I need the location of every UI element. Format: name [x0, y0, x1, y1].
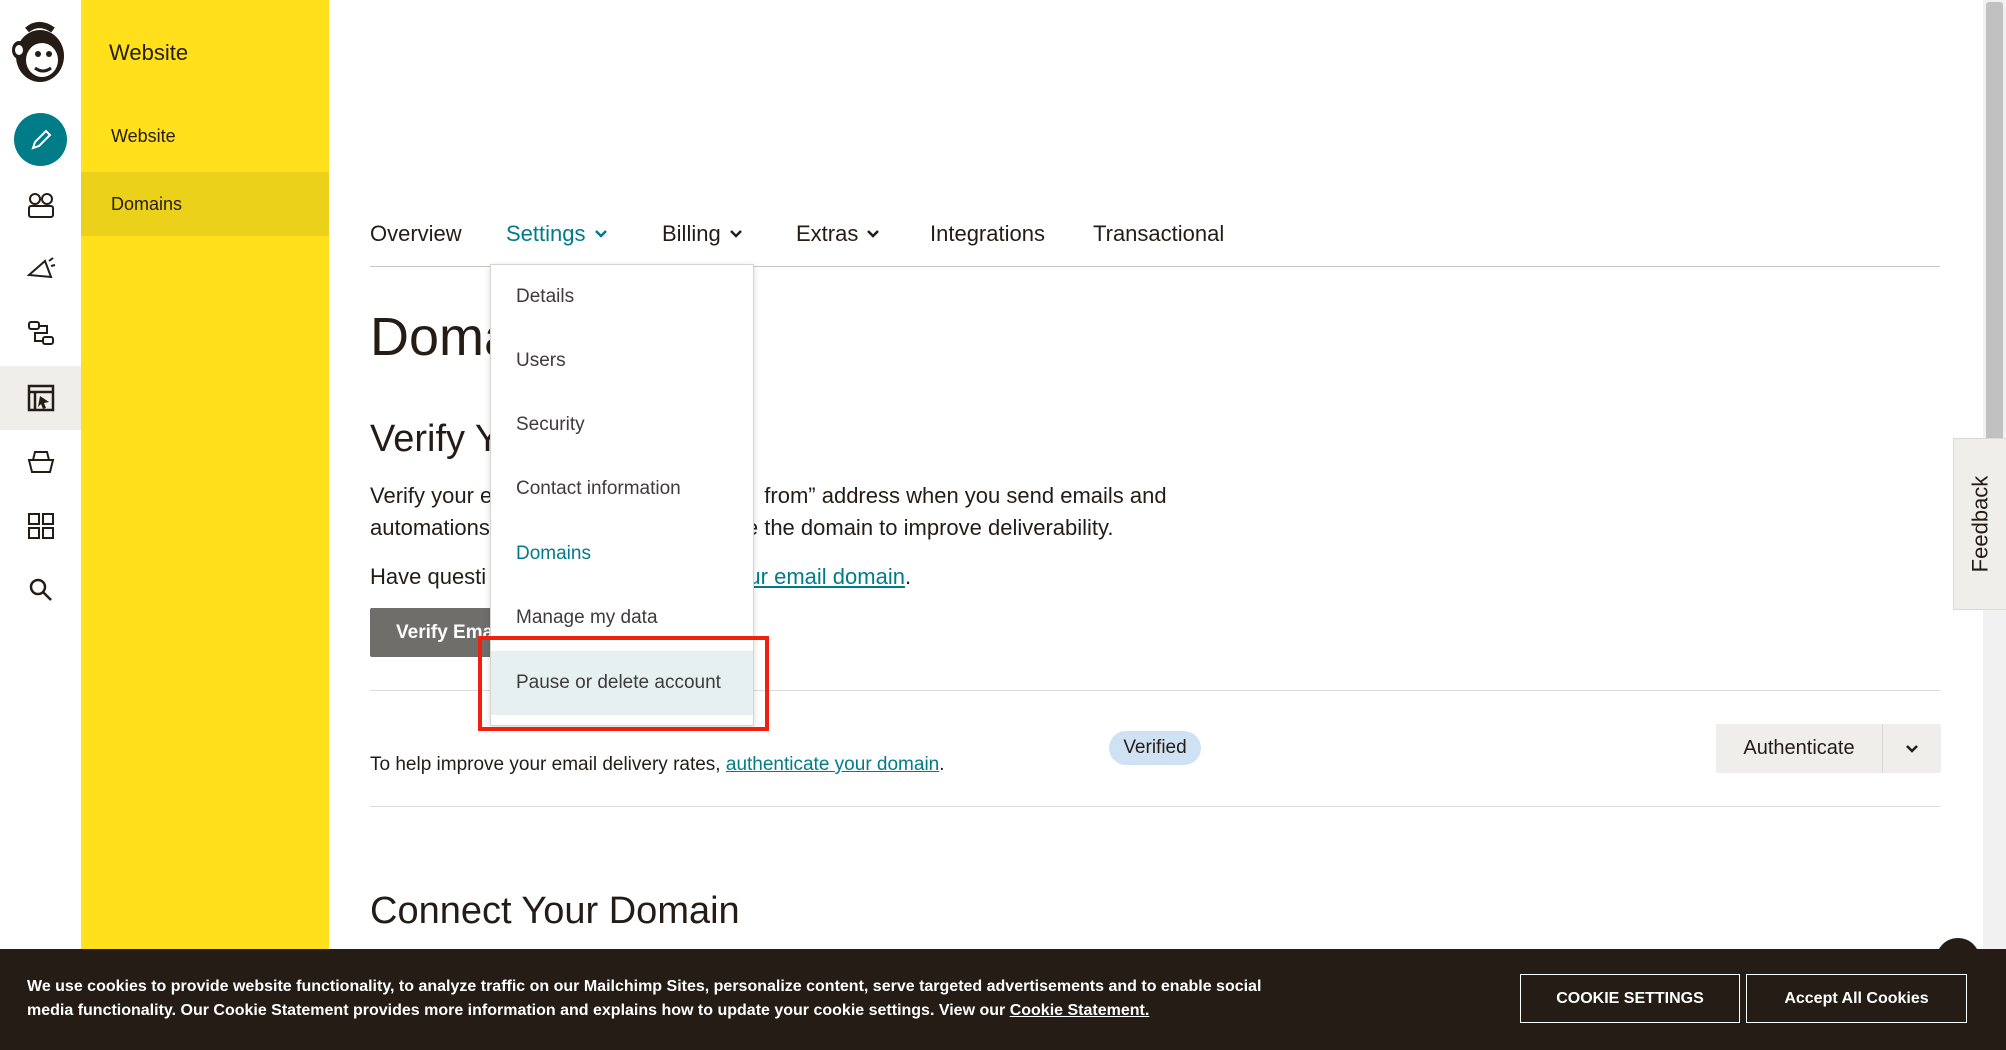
menu-item-manage-my-data[interactable]: Manage my data — [491, 586, 753, 650]
audience-icon[interactable] — [0, 173, 81, 237]
authenticate-split-button: Authenticate — [1716, 724, 1941, 773]
menu-item-contact-information[interactable]: Contact information — [491, 457, 753, 521]
feedback-label: Feedback — [1967, 475, 1992, 573]
chevron-down-icon — [867, 230, 880, 238]
cookie-banner-text: We use cookies to provide website functi… — [27, 978, 1262, 1019]
chevron-down-icon — [729, 230, 742, 238]
email-domain-help-link[interactable]: our email domain — [736, 564, 905, 589]
chevron-down-icon — [594, 230, 607, 238]
menu-item-pause-or-delete-account[interactable]: Pause or delete account — [491, 651, 753, 715]
integrations-grid-icon[interactable] — [0, 494, 81, 558]
divider — [370, 806, 1940, 807]
tab-transactional[interactable]: Transactional — [1093, 214, 1224, 254]
tab-settings[interactable]: Settings — [506, 214, 608, 254]
verified-status-badge: Verified — [1109, 731, 1201, 765]
content-studio-icon[interactable] — [0, 430, 81, 494]
website-builder-icon[interactable] — [0, 366, 81, 430]
tab-billing[interactable]: Billing — [662, 214, 743, 254]
subnav-item-website[interactable]: Website — [81, 104, 329, 168]
scrollbar-thumb[interactable] — [1986, 2, 2003, 442]
campaigns-megaphone-icon[interactable] — [0, 237, 81, 301]
accept-all-cookies-button[interactable]: Accept All Cookies — [1746, 974, 1967, 1023]
cookie-settings-button[interactable]: COOKIE SETTINGS — [1520, 974, 1740, 1023]
authenticate-domain-link[interactable]: authenticate your domain — [726, 754, 939, 775]
feedback-tab[interactable]: Feedback — [1953, 438, 2006, 610]
tab-integrations[interactable]: Integrations — [930, 214, 1045, 254]
authenticate-dropdown-toggle[interactable] — [1883, 724, 1941, 773]
mailchimp-logo-icon[interactable] — [9, 18, 71, 86]
search-icon[interactable] — [0, 558, 81, 622]
chevron-down-icon — [1906, 744, 1918, 753]
settings-dropdown-menu: Details Users Security Contact informati… — [490, 264, 754, 726]
authenticate-text: To help improve your email delivery rate… — [370, 754, 945, 775]
create-pencil-icon[interactable] — [14, 113, 67, 166]
subnav-section-title: Website — [109, 40, 189, 65]
subnav-item-domains[interactable]: Domains — [81, 172, 329, 236]
menu-item-details[interactable]: Details — [491, 265, 753, 329]
menu-item-users[interactable]: Users — [491, 329, 753, 393]
automations-icon[interactable] — [0, 301, 81, 365]
account-tabs: Overview Settings Billing Extras Integra… — [370, 214, 1940, 267]
icon-rail — [0, 0, 82, 1050]
tab-overview[interactable]: Overview — [370, 214, 462, 254]
authenticate-button[interactable]: Authenticate — [1716, 724, 1883, 773]
secondary-nav: Website Website Domains — [81, 0, 329, 1050]
connect-domain-title: Connect Your Domain — [370, 890, 740, 932]
menu-item-security[interactable]: Security — [491, 393, 753, 457]
tab-extras[interactable]: Extras — [796, 214, 880, 254]
menu-item-domains[interactable]: Domains — [491, 522, 753, 586]
cookie-statement-link[interactable]: Cookie Statement. — [1010, 1002, 1150, 1019]
cookie-banner: We use cookies to provide website functi… — [0, 949, 2006, 1050]
